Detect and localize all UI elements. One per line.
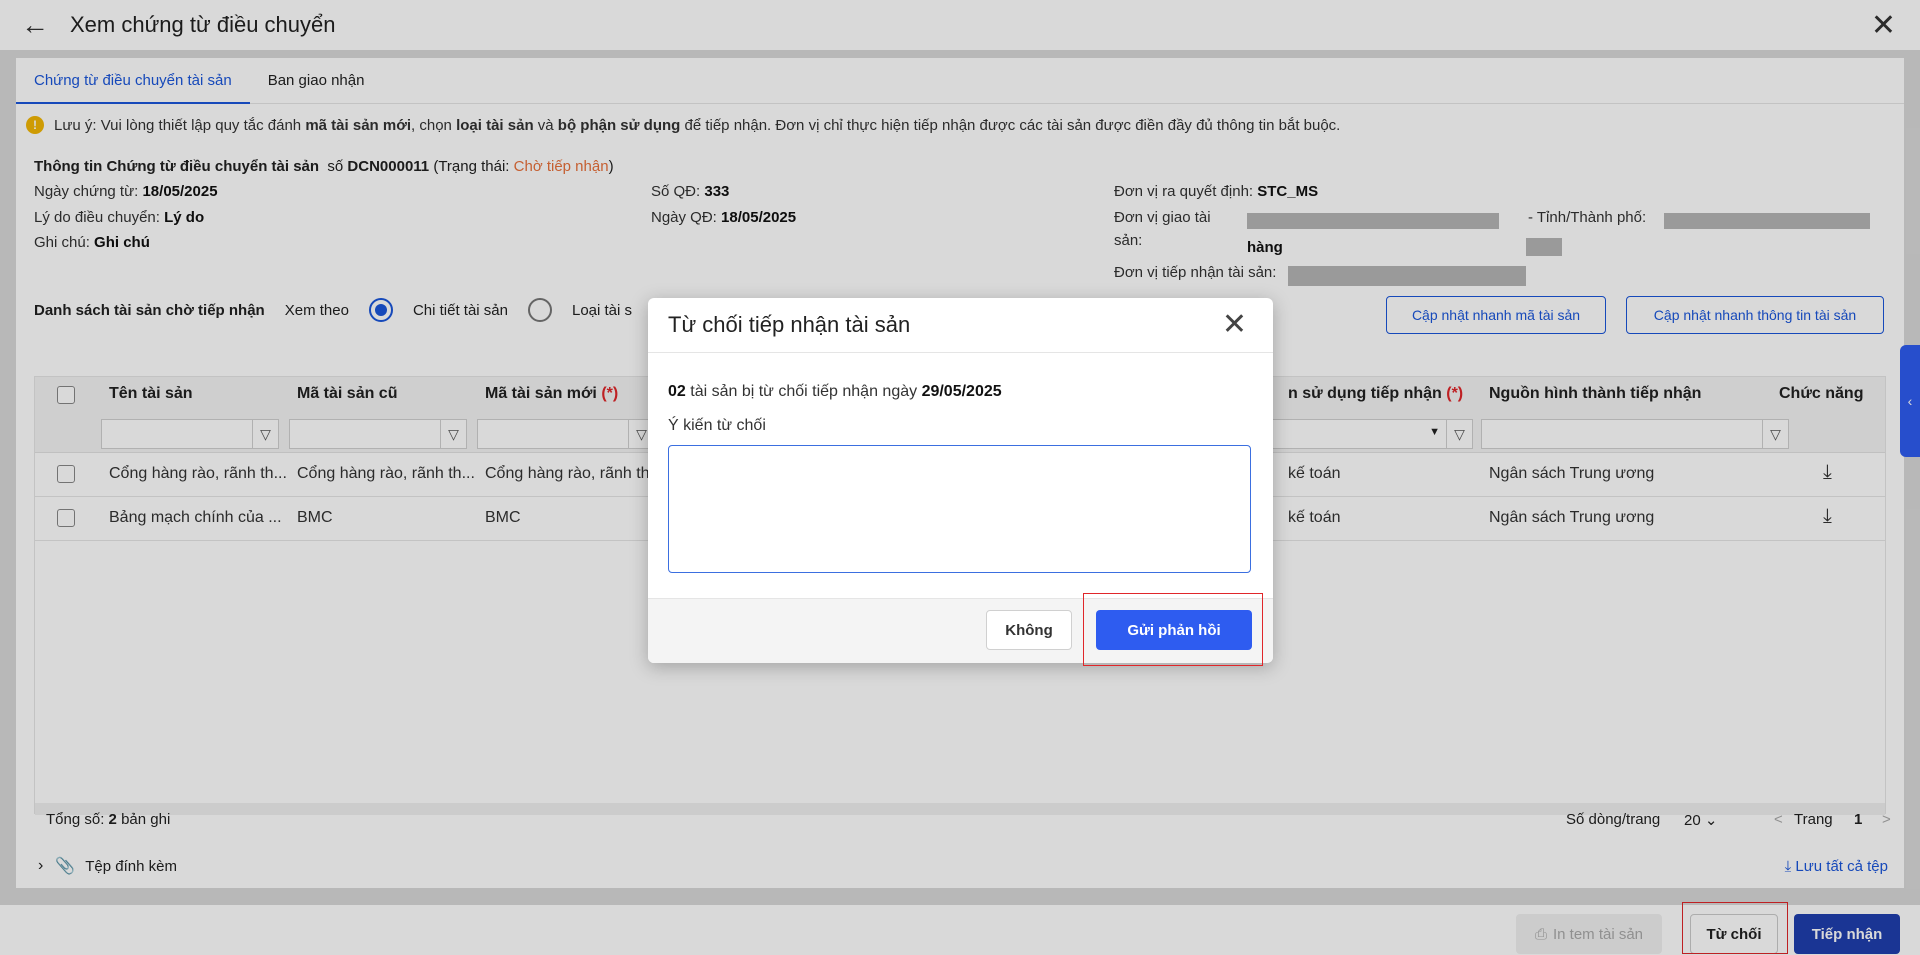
highlight-frame	[1083, 593, 1263, 666]
dialog-title: Từ chối tiếp nhận tài sản	[668, 312, 911, 337]
close-icon[interactable]: ✕	[1222, 308, 1247, 342]
cancel-button[interactable]: Không	[986, 610, 1072, 650]
reject-comment-textarea[interactable]	[668, 445, 1251, 573]
reject-summary: 02 tài sản bị từ chối tiếp nhận ngày 29/…	[668, 383, 1002, 400]
comment-label: Ý kiến từ chối	[668, 417, 766, 434]
dialog-header: Từ chối tiếp nhận tài sản ✕	[648, 298, 1273, 353]
